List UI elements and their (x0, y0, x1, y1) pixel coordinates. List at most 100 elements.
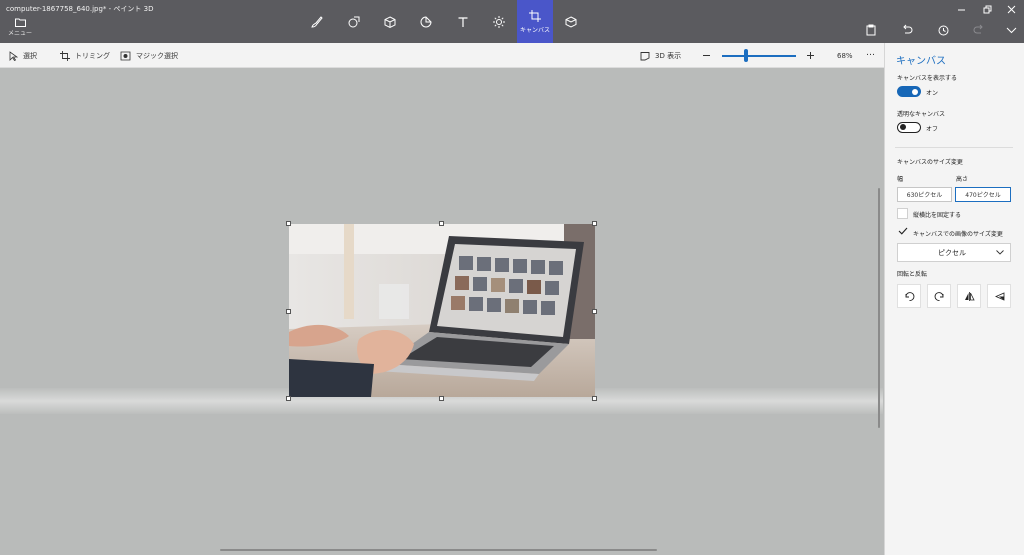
chevron-down-icon (1006, 27, 1016, 33)
checkmark-icon[interactable] (898, 227, 908, 235)
canvas-image[interactable] (289, 224, 595, 397)
canvas-icon (529, 9, 541, 22)
minimize-icon (957, 9, 965, 10)
brush-icon (311, 15, 323, 28)
zoom-slider-track[interactable] (722, 55, 796, 57)
resize-heading: キャンバスのサイズ変更 (897, 159, 963, 166)
redo-button[interactable] (967, 18, 991, 42)
show-canvas-state: オン (926, 90, 939, 97)
text-icon (458, 16, 468, 27)
redo-icon (973, 24, 983, 34)
maximize-button[interactable] (974, 0, 1000, 18)
stickers-icon (420, 15, 432, 27)
height-label: 高さ (956, 176, 969, 183)
window-title: computer-1867758_640.jpg* - ペイント 3D (6, 5, 154, 13)
tool-text[interactable] (445, 0, 481, 43)
select-label: 選択 (23, 51, 37, 60)
history-icon (938, 25, 949, 36)
tool-canvas-label: キャンバス (519, 26, 550, 34)
tool-stickers[interactable] (408, 0, 444, 43)
paste-button[interactable] (859, 18, 883, 42)
resize-image-label: キャンバスでの画像のサイズ変更 (913, 231, 1003, 238)
flip-horizontal-icon (964, 291, 975, 301)
chevron-down-icon (996, 250, 1004, 255)
resize-handle-top-right[interactable] (592, 221, 597, 226)
panel-divider (895, 147, 1013, 148)
close-window-button[interactable] (998, 0, 1024, 18)
canvas-workspace[interactable] (0, 68, 883, 555)
transparent-canvas-toggle[interactable] (897, 122, 921, 133)
minus-icon (703, 55, 710, 56)
transparent-canvas-label: 透明なキャンバス (897, 111, 946, 118)
rotate-right-button[interactable] (927, 284, 951, 308)
rotate-heading: 回転と反転 (897, 271, 928, 278)
secondary-toolbar: 選択 トリミング マジック選択 3D 表示 68% … (0, 43, 884, 68)
show-canvas-label: キャンバスを表示する (897, 75, 958, 82)
unit-dropdown[interactable]: ピクセル (897, 243, 1011, 262)
magic-select-button[interactable]: マジック選択 (120, 49, 178, 62)
undo-button[interactable] (895, 18, 919, 42)
show-canvas-toggle[interactable] (897, 86, 921, 97)
flip-horizontal-button[interactable] (957, 284, 981, 308)
horizontal-scrollbar[interactable] (220, 549, 657, 551)
rotate-left-icon (905, 291, 914, 301)
expand-ribbon-button[interactable] (999, 18, 1023, 42)
vertical-scrollbar[interactable] (878, 188, 880, 428)
restore-icon (983, 5, 991, 13)
view-3d-label: 3D 表示 (655, 51, 682, 60)
3d-shapes-icon (384, 15, 396, 28)
paste-icon (866, 24, 876, 36)
flip-vertical-button[interactable] (987, 284, 1011, 308)
tool-3d-shapes[interactable] (372, 0, 408, 43)
zoom-level[interactable]: 68% (837, 49, 853, 62)
lock-aspect-checkbox[interactable] (897, 208, 908, 219)
resize-handle-right[interactable] (592, 309, 597, 314)
view-3d-toggle[interactable]: 3D 表示 (640, 49, 681, 62)
crop-icon (60, 50, 70, 61)
resize-handle-bottom-left[interactable] (286, 396, 291, 401)
lock-aspect-label: 縦横比を固定する (913, 212, 962, 219)
panel-title: キャンバス (896, 56, 946, 67)
laptop-photo (289, 224, 595, 397)
menu-label: メニュー (8, 30, 33, 37)
resize-handle-bottom-right[interactable] (592, 396, 597, 401)
history-button[interactable] (931, 18, 955, 42)
2d-shapes-icon (348, 16, 360, 27)
zoom-slider-thumb[interactable] (744, 49, 748, 62)
transparent-canvas-state: オフ (926, 126, 939, 133)
crop-button[interactable]: トリミング (60, 49, 110, 62)
minimize-button[interactable] (948, 0, 974, 18)
zoom-out-button[interactable] (702, 49, 711, 62)
effects-icon (493, 15, 505, 28)
height-field[interactable]: 470ピクセル (955, 187, 1011, 202)
tool-3d-library[interactable] (553, 0, 589, 43)
plus-icon (807, 52, 814, 59)
unit-value: ピクセル (938, 248, 966, 257)
menu-button[interactable]: メニュー (8, 18, 32, 40)
select-button[interactable]: 選択 (9, 49, 37, 62)
more-options-button[interactable]: … (866, 46, 875, 59)
width-field[interactable]: 630ピクセル (897, 187, 952, 202)
magic-select-icon (120, 51, 131, 60)
3d-library-icon (565, 15, 577, 28)
tool-canvas[interactable]: キャンバス (517, 0, 553, 43)
resize-handle-left[interactable] (286, 309, 291, 314)
resize-handle-top[interactable] (439, 221, 444, 226)
title-bar: computer-1867758_640.jpg* - ペイント 3D メニュー (0, 0, 1024, 43)
tool-brushes[interactable] (299, 0, 335, 43)
folder-icon (14, 18, 26, 27)
zoom-in-button[interactable] (806, 49, 815, 62)
rotate-right-icon (934, 291, 943, 301)
view-3d-icon (640, 51, 650, 60)
resize-handle-bottom[interactable] (439, 396, 444, 401)
crop-label: トリミング (75, 51, 110, 60)
resize-handle-top-left[interactable] (286, 221, 291, 226)
flip-vertical-icon (994, 291, 1004, 301)
canvas-panel: キャンバス キャンバスを表示する オン 透明なキャンバス オフ キャンバスのサイ… (884, 43, 1024, 555)
tool-effects[interactable] (481, 0, 517, 43)
tool-2d-shapes[interactable] (336, 0, 372, 43)
undo-icon (903, 24, 913, 34)
rotate-left-button[interactable] (897, 284, 921, 308)
cursor-icon (9, 50, 18, 61)
width-label: 幅 (897, 176, 904, 183)
